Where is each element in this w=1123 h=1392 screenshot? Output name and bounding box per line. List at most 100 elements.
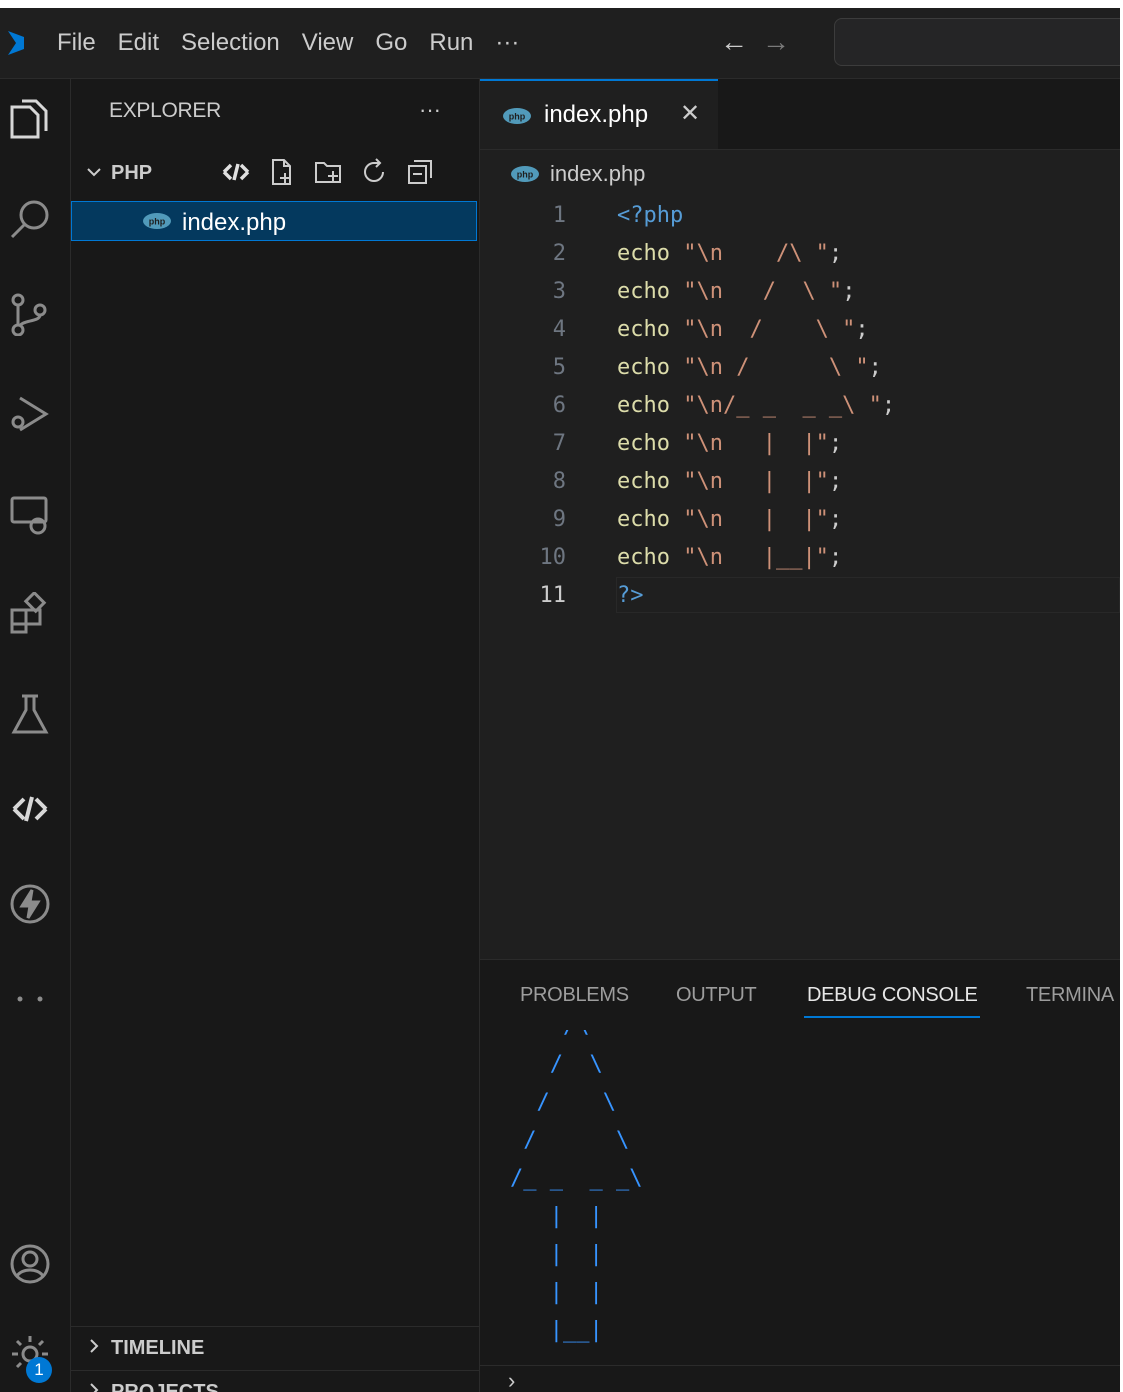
debug-console-input[interactable]: › bbox=[480, 1365, 1120, 1392]
settings-badge: 1 bbox=[26, 1357, 52, 1383]
nav-arrows: ← → bbox=[720, 22, 790, 62]
code-line[interactable]: 8 echo "\n | |"; bbox=[480, 463, 1120, 501]
menu-go[interactable]: Go bbox=[364, 29, 418, 57]
sidebar-more-button[interactable]: ··· bbox=[419, 97, 441, 123]
line-number: 6 bbox=[552, 393, 566, 418]
vscode-window: File Edit Selection View Go Run ··· ← → bbox=[0, 8, 1120, 1392]
explorer-sidebar: EXPLORER ··· PHP php index.php TIMELINE … bbox=[71, 79, 480, 1392]
thunder-icon[interactable] bbox=[0, 874, 60, 934]
breadcrumb[interactable]: php index.php bbox=[510, 159, 645, 189]
testing-icon[interactable] bbox=[0, 684, 60, 744]
folder-name: PHP bbox=[111, 162, 153, 184]
prompt-chevron-icon: › bbox=[508, 1368, 516, 1392]
code-line[interactable]: 11 ?> bbox=[480, 577, 1120, 615]
menu-more[interactable]: ··· bbox=[484, 29, 530, 57]
timeline-label: TIMELINE bbox=[111, 1337, 205, 1359]
breadcrumb-file: index.php bbox=[550, 161, 646, 186]
chevron-down-icon bbox=[87, 168, 101, 177]
extensions-icon[interactable] bbox=[0, 584, 60, 644]
remote-explorer-icon[interactable] bbox=[0, 484, 60, 544]
code-line[interactable]: 5 echo "\n / \ "; bbox=[480, 349, 1120, 387]
live-share-icon[interactable] bbox=[0, 779, 60, 839]
editor-tabs: php index.php ✕ bbox=[480, 79, 1120, 150]
menu-selection[interactable]: Selection bbox=[170, 29, 291, 57]
code-line[interactable]: 4 echo "\n / \ "; bbox=[480, 311, 1120, 349]
more-icon[interactable] bbox=[0, 969, 60, 1029]
command-center-input[interactable] bbox=[834, 18, 1120, 66]
file-row-index-php[interactable]: php index.php bbox=[71, 201, 477, 241]
refresh-icon[interactable] bbox=[359, 157, 389, 187]
menu-run[interactable]: Run bbox=[418, 29, 484, 57]
code-line[interactable]: 10 echo "\n |__|"; bbox=[480, 539, 1120, 577]
line-number: 3 bbox=[552, 279, 566, 304]
line-code: echo "\n | |"; bbox=[617, 469, 843, 494]
code-line[interactable]: 1 <?php bbox=[480, 197, 1120, 235]
php-file-icon: php bbox=[503, 108, 531, 124]
collapse-all-icon[interactable] bbox=[405, 157, 435, 187]
line-number: 7 bbox=[552, 431, 566, 456]
account-icon[interactable] bbox=[0, 1234, 60, 1294]
folder-row-php[interactable]: PHP bbox=[71, 153, 479, 193]
line-code: echo "\n |__|"; bbox=[617, 545, 843, 570]
svg-text:php: php bbox=[509, 112, 526, 122]
panel-tabs: PROBLEMS OUTPUT DEBUG CONSOLE TERMINA bbox=[480, 960, 1120, 1030]
timeline-section[interactable]: TIMELINE bbox=[71, 1326, 479, 1371]
svg-text:php: php bbox=[517, 170, 534, 180]
line-number: 9 bbox=[552, 507, 566, 532]
line-number: 8 bbox=[552, 469, 566, 494]
forward-arrow-icon[interactable]: → bbox=[762, 26, 790, 58]
current-line-highlight bbox=[616, 577, 1120, 613]
file-name: index.php bbox=[182, 209, 287, 236]
line-code: <?php bbox=[617, 203, 684, 228]
tab-output[interactable]: OUTPUT bbox=[676, 984, 757, 1007]
line-number: 1 bbox=[552, 203, 566, 228]
line-number: 4 bbox=[552, 317, 566, 342]
menu-file[interactable]: File bbox=[46, 29, 107, 57]
new-file-icon[interactable] bbox=[267, 157, 297, 187]
svg-text:php: php bbox=[149, 217, 166, 227]
code-view[interactable]: 1 <?php 2 echo "\n /\ "; 3 echo "\n / \ "; 4 ec… bbox=[480, 197, 1120, 615]
explorer-icon[interactable] bbox=[0, 89, 60, 149]
projects-label: PROJECTS bbox=[111, 1381, 219, 1392]
line-code: echo "\n / \ "; bbox=[617, 317, 869, 342]
back-arrow-icon[interactable]: ← bbox=[720, 26, 748, 58]
new-folder-icon[interactable] bbox=[313, 157, 343, 187]
tab-index-php[interactable]: php index.php ✕ bbox=[480, 79, 718, 149]
line-code: echo "\n | |"; bbox=[617, 507, 843, 532]
live-share-action-icon[interactable] bbox=[221, 157, 251, 187]
line-code: echo "\n /\ "; bbox=[617, 241, 843, 266]
folder-actions bbox=[221, 157, 435, 187]
code-line[interactable]: 2 echo "\n /\ "; bbox=[480, 235, 1120, 273]
debug-console-output: /\ / \ / \ / \ /_ _ _ _\ | | | | | | |__… bbox=[480, 1030, 1120, 1360]
menu-view[interactable]: View bbox=[291, 29, 365, 57]
code-line[interactable]: 6 echo "\n/_ _ _ _\ "; bbox=[480, 387, 1120, 425]
line-code: echo "\n / \ "; bbox=[617, 279, 856, 304]
tab-problems[interactable]: PROBLEMS bbox=[520, 984, 629, 1007]
close-icon[interactable]: ✕ bbox=[680, 99, 700, 128]
tab-debug-console[interactable]: DEBUG CONSOLE bbox=[807, 984, 978, 1007]
php-file-icon: php bbox=[511, 166, 539, 182]
vscode-logo-icon bbox=[8, 31, 24, 55]
chevron-right-icon bbox=[90, 1383, 99, 1392]
projects-section[interactable]: PROJECTS bbox=[71, 1370, 479, 1392]
php-file-icon: php bbox=[143, 213, 171, 229]
editor-area: php index.php ✕ php index.php 1 <?php 2 ech… bbox=[480, 79, 1120, 959]
title-bar: File Edit Selection View Go Run ··· ← → bbox=[0, 8, 1120, 79]
line-code: ?> bbox=[617, 583, 644, 608]
code-line[interactable]: 3 echo "\n / \ "; bbox=[480, 273, 1120, 311]
search-icon[interactable] bbox=[0, 189, 60, 249]
console-text: /\ / \ / \ / \ /_ _ _ _\ | | | | | | |__… bbox=[510, 1030, 643, 1343]
line-number: 5 bbox=[552, 355, 566, 380]
chevron-right-icon bbox=[90, 1339, 99, 1353]
source-control-icon[interactable] bbox=[0, 284, 60, 344]
line-number: 11 bbox=[539, 583, 567, 608]
tab-terminal[interactable]: TERMINA bbox=[1026, 984, 1114, 1007]
menu-edit[interactable]: Edit bbox=[107, 29, 170, 57]
run-debug-icon[interactable] bbox=[0, 384, 60, 444]
menu-bar: File Edit Selection View Go Run ··· bbox=[46, 8, 530, 78]
sidebar-title: EXPLORER bbox=[109, 99, 221, 122]
code-line[interactable]: 9 echo "\n | |"; bbox=[480, 501, 1120, 539]
code-line[interactable]: 7 echo "\n | |"; bbox=[480, 425, 1120, 463]
line-number: 2 bbox=[552, 241, 566, 266]
activity-bar: 1 bbox=[0, 79, 71, 1392]
